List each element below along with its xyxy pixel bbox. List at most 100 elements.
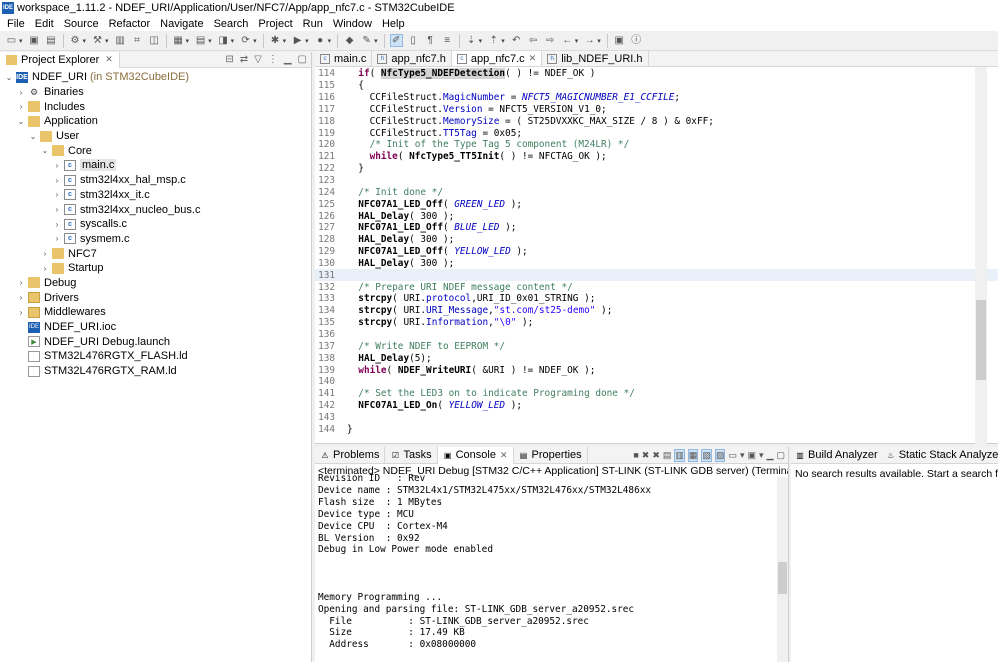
expand-chevron-down-icon[interactable]: ⌄ bbox=[4, 73, 14, 82]
code-line[interactable]: 130 HAL_Delay( 300 ); bbox=[315, 258, 998, 270]
view-menu-icon[interactable]: ⋮ bbox=[268, 54, 278, 65]
previous-annotation-icon[interactable]: ⇡ bbox=[487, 34, 500, 47]
filter-icon[interactable]: ▽ bbox=[254, 54, 262, 65]
open-perspective-icon[interactable]: ▣ bbox=[613, 34, 626, 47]
open-task-dropdown-icon[interactable]: ▾ bbox=[374, 37, 378, 45]
expand-chevron-right-icon[interactable]: › bbox=[16, 88, 26, 97]
code-line[interactable]: 133 strcpy( URI.protocol,URI_ID_0x01_STR… bbox=[315, 293, 998, 305]
refresh-icon[interactable]: ⟳ bbox=[239, 34, 252, 47]
tree-item[interactable]: › c syscalls.c bbox=[0, 217, 311, 232]
menu-search[interactable]: Search bbox=[209, 18, 254, 30]
editor-tab[interactable]: h lib_NDEF_URI.h bbox=[542, 51, 649, 66]
info-icon[interactable]: ⓘ bbox=[630, 34, 643, 47]
code-line[interactable]: 135 strcpy( URI.Information,"\0" ); bbox=[315, 317, 998, 329]
tab-properties[interactable]: ▤ Properties bbox=[514, 446, 588, 464]
stop-icon[interactable]: ◫ bbox=[148, 34, 161, 47]
new-source-icon[interactable]: ◨ bbox=[217, 34, 230, 47]
code-line[interactable]: 123 bbox=[315, 175, 998, 187]
next-annotation-dropdown-icon[interactable]: ▾ bbox=[479, 37, 483, 45]
code-line[interactable]: 143 bbox=[315, 411, 998, 423]
remove-all-terminated-icon[interactable]: ✖ bbox=[652, 450, 660, 461]
code-line[interactable]: 129 NFC07A1_LED_Off( YELLOW_LED ); bbox=[315, 246, 998, 258]
toggle-block-selection-icon[interactable]: ▯ bbox=[407, 34, 420, 47]
code-line[interactable]: 115 { bbox=[315, 80, 998, 92]
editor-tab[interactable]: c main.c bbox=[315, 51, 373, 66]
code-line[interactable]: 114 if( NfcType5_NDEFDetection( ) != NDE… bbox=[315, 68, 998, 80]
word-wrap-console-icon[interactable]: ▦ bbox=[687, 448, 699, 462]
expand-chevron-right-icon[interactable]: › bbox=[52, 161, 62, 170]
tab-build-analyzer[interactable]: ▥ Build Analyzer bbox=[791, 447, 882, 463]
expand-chevron-down-icon[interactable]: ⌄ bbox=[28, 132, 38, 141]
expand-chevron-right-icon[interactable]: › bbox=[52, 190, 62, 199]
code-line[interactable]: 131 bbox=[315, 269, 998, 282]
previous-annotation-dropdown-icon[interactable]: ▾ bbox=[501, 37, 505, 45]
open-folder-icon[interactable]: ▤ bbox=[194, 34, 207, 47]
tab-console[interactable]: ▣ Console ✕ bbox=[437, 446, 514, 464]
code-area[interactable]: 114 if( NfcType5_NDEFDetection( ) != NDE… bbox=[315, 68, 998, 438]
navigate-forward-icon[interactable]: → bbox=[583, 34, 596, 47]
tree-item[interactable]: › Middlewares bbox=[0, 305, 311, 320]
refresh-dropdown-icon[interactable]: ▾ bbox=[253, 37, 257, 45]
external-tools-icon[interactable]: ● bbox=[314, 34, 327, 47]
show-console-on-output-icon[interactable]: ▧ bbox=[701, 448, 712, 462]
link-with-editor-icon[interactable]: ⇄ bbox=[240, 54, 248, 65]
tree-item[interactable]: IDE NDEF_URI.ioc bbox=[0, 320, 311, 335]
tree-item[interactable]: › ⚙ Binaries bbox=[0, 85, 311, 100]
code-line[interactable]: 120 /* Init of the Type Tag 5 component … bbox=[315, 139, 998, 151]
maximize-icon[interactable]: ▢ bbox=[298, 54, 307, 65]
tree-item[interactable]: › Drivers bbox=[0, 290, 311, 305]
code-line[interactable]: 141 /* Set the LED3 on to indicate Progr… bbox=[315, 388, 998, 400]
tree-item[interactable]: › Startup bbox=[0, 261, 311, 276]
expand-chevron-down-icon[interactable]: ⌄ bbox=[16, 117, 26, 126]
tree-item[interactable]: › NFC7 bbox=[0, 246, 311, 261]
display-console-dropdown-icon[interactable]: ▾ bbox=[740, 450, 745, 461]
code-line[interactable]: 139 while( NDEF_WriteURI( &URI ) != NDEF… bbox=[315, 364, 998, 376]
editor-scrollbar[interactable] bbox=[975, 67, 987, 444]
open-console-dropdown-icon[interactable]: ▾ bbox=[759, 450, 764, 461]
open-task-icon[interactable]: ✎ bbox=[360, 34, 373, 47]
code-line[interactable]: 142 NFC07A1_LED_On( YELLOW_LED ); bbox=[315, 400, 998, 412]
forward-arrow-icon[interactable]: ⇨ bbox=[544, 34, 557, 47]
tree-item[interactable]: › c stm32l4xx_it.c bbox=[0, 188, 311, 203]
save-all-icon[interactable]: ▤ bbox=[45, 34, 58, 47]
expand-chevron-right-icon[interactable]: › bbox=[52, 205, 62, 214]
navigate-back-icon[interactable]: ← bbox=[561, 34, 574, 47]
expand-chevron-right-icon[interactable]: › bbox=[52, 176, 62, 185]
tree-item[interactable]: › c stm32l4xx_hal_msp.c bbox=[0, 173, 311, 188]
code-line[interactable]: 117 CCFileStruct.Version = NFCT5_VERSION… bbox=[315, 104, 998, 116]
run-icon[interactable]: ▶ bbox=[291, 34, 304, 47]
toggle-mark-occurrences-icon[interactable]: ✐ bbox=[389, 34, 403, 47]
code-line[interactable]: 140 bbox=[315, 376, 998, 388]
display-selected-console-icon[interactable]: ▭ bbox=[728, 450, 737, 461]
tree-item[interactable]: ⌄ Application bbox=[0, 114, 311, 129]
settings-gear-icon[interactable]: ⚙ bbox=[69, 34, 82, 47]
menu-refactor[interactable]: Refactor bbox=[104, 18, 156, 30]
pin-console-icon[interactable]: ▨ bbox=[714, 448, 726, 462]
code-line[interactable]: 116 CCFileStruct.MagicNumber = NFCT5_MAG… bbox=[315, 92, 998, 104]
close-icon[interactable]: ✕ bbox=[529, 53, 537, 64]
editor-scrollbar-thumb[interactable] bbox=[976, 300, 986, 380]
new-source-dropdown-icon[interactable]: ▾ bbox=[231, 37, 235, 45]
remove-launch-icon[interactable]: ✖ bbox=[642, 450, 650, 461]
tab-static-stack-analyzer[interactable]: ♨ Static Stack Analyzer bbox=[882, 447, 998, 463]
code-line[interactable]: 118 CCFileStruct.MemorySize = ( ST25DVXX… bbox=[315, 115, 998, 127]
menu-file[interactable]: File bbox=[2, 18, 30, 30]
code-line[interactable]: 128 HAL_Delay( 300 ); bbox=[315, 234, 998, 246]
code-line[interactable]: 138 HAL_Delay(5); bbox=[315, 352, 998, 364]
tree-item[interactable]: › Includes bbox=[0, 99, 311, 114]
code-line[interactable]: 134 strcpy( URI.URI_Message,"st.com/st25… bbox=[315, 305, 998, 317]
console-output[interactable]: Revision ID : Rev Device name : STM32L4x1… bbox=[315, 473, 777, 658]
menu-window[interactable]: Window bbox=[328, 18, 377, 30]
external-tools-dropdown-icon[interactable]: ▾ bbox=[328, 37, 332, 45]
new-icon[interactable]: ▭ bbox=[5, 34, 18, 47]
code-line[interactable]: 126 HAL_Delay( 300 ); bbox=[315, 210, 998, 222]
tree-item[interactable]: › c stm32l4xx_nucleo_bus.c bbox=[0, 202, 311, 217]
editor-tab[interactable]: h app_nfc7.h bbox=[372, 51, 452, 66]
expand-chevron-down-icon[interactable]: ⌄ bbox=[40, 146, 50, 155]
editor-tab[interactable]: c app_nfc7.c ✕ bbox=[451, 51, 543, 66]
minimize-icon[interactable]: ▁ bbox=[767, 450, 774, 461]
menu-run[interactable]: Run bbox=[298, 18, 328, 30]
tree-item[interactable]: › Debug bbox=[0, 276, 311, 291]
navigate-forward-dropdown-icon[interactable]: ▾ bbox=[597, 37, 601, 45]
code-line[interactable]: 137 /* Write NDEF to EEPROM */ bbox=[315, 340, 998, 352]
